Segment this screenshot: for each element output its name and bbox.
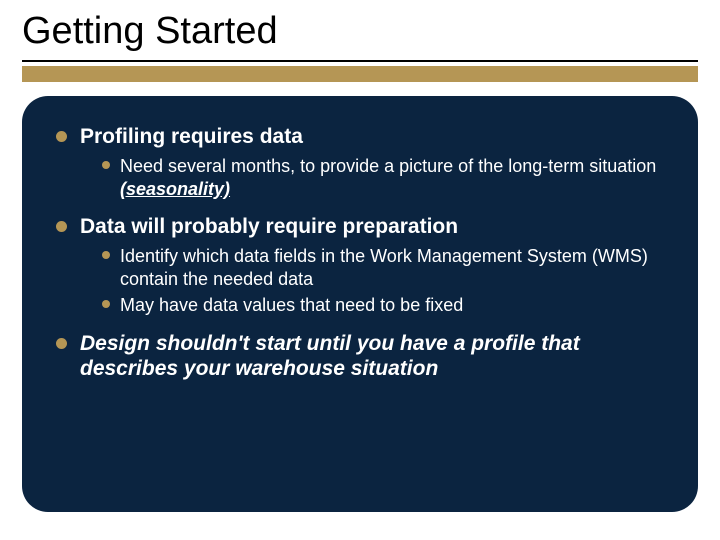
- bullet-2-text: Data will probably require preparation: [80, 215, 458, 238]
- sub-1-1-text: Need several months, to provide a pictur…: [120, 156, 656, 176]
- slide: Getting Started Profiling requires data …: [0, 0, 720, 540]
- bullet-item-1: Profiling requires data Need several mon…: [56, 124, 664, 200]
- sub-1-1-emphasis: (seasonality): [120, 179, 230, 199]
- sub-item-1-1: Need several months, to provide a pictur…: [102, 155, 664, 200]
- bullet-list: Profiling requires data Need several mon…: [56, 124, 664, 381]
- accent-bar: [22, 66, 698, 82]
- bullet-item-2: Data will probably require preparation I…: [56, 214, 664, 317]
- sub-item-2-1: Identify which data fields in the Work M…: [102, 245, 664, 290]
- bullet-1-text: Profiling requires data: [80, 125, 303, 148]
- divider-line: [22, 60, 698, 62]
- bullet-3-text: Design shouldn't start until you have a …: [80, 332, 580, 380]
- sub-item-2-2: May have data values that need to be fix…: [102, 294, 664, 317]
- bullet-item-3: Design shouldn't start until you have a …: [56, 331, 664, 381]
- slide-title: Getting Started: [22, 10, 278, 53]
- sub-list-1: Need several months, to provide a pictur…: [80, 155, 664, 200]
- content-panel: Profiling requires data Need several mon…: [22, 96, 698, 512]
- sub-list-2: Identify which data fields in the Work M…: [80, 245, 664, 317]
